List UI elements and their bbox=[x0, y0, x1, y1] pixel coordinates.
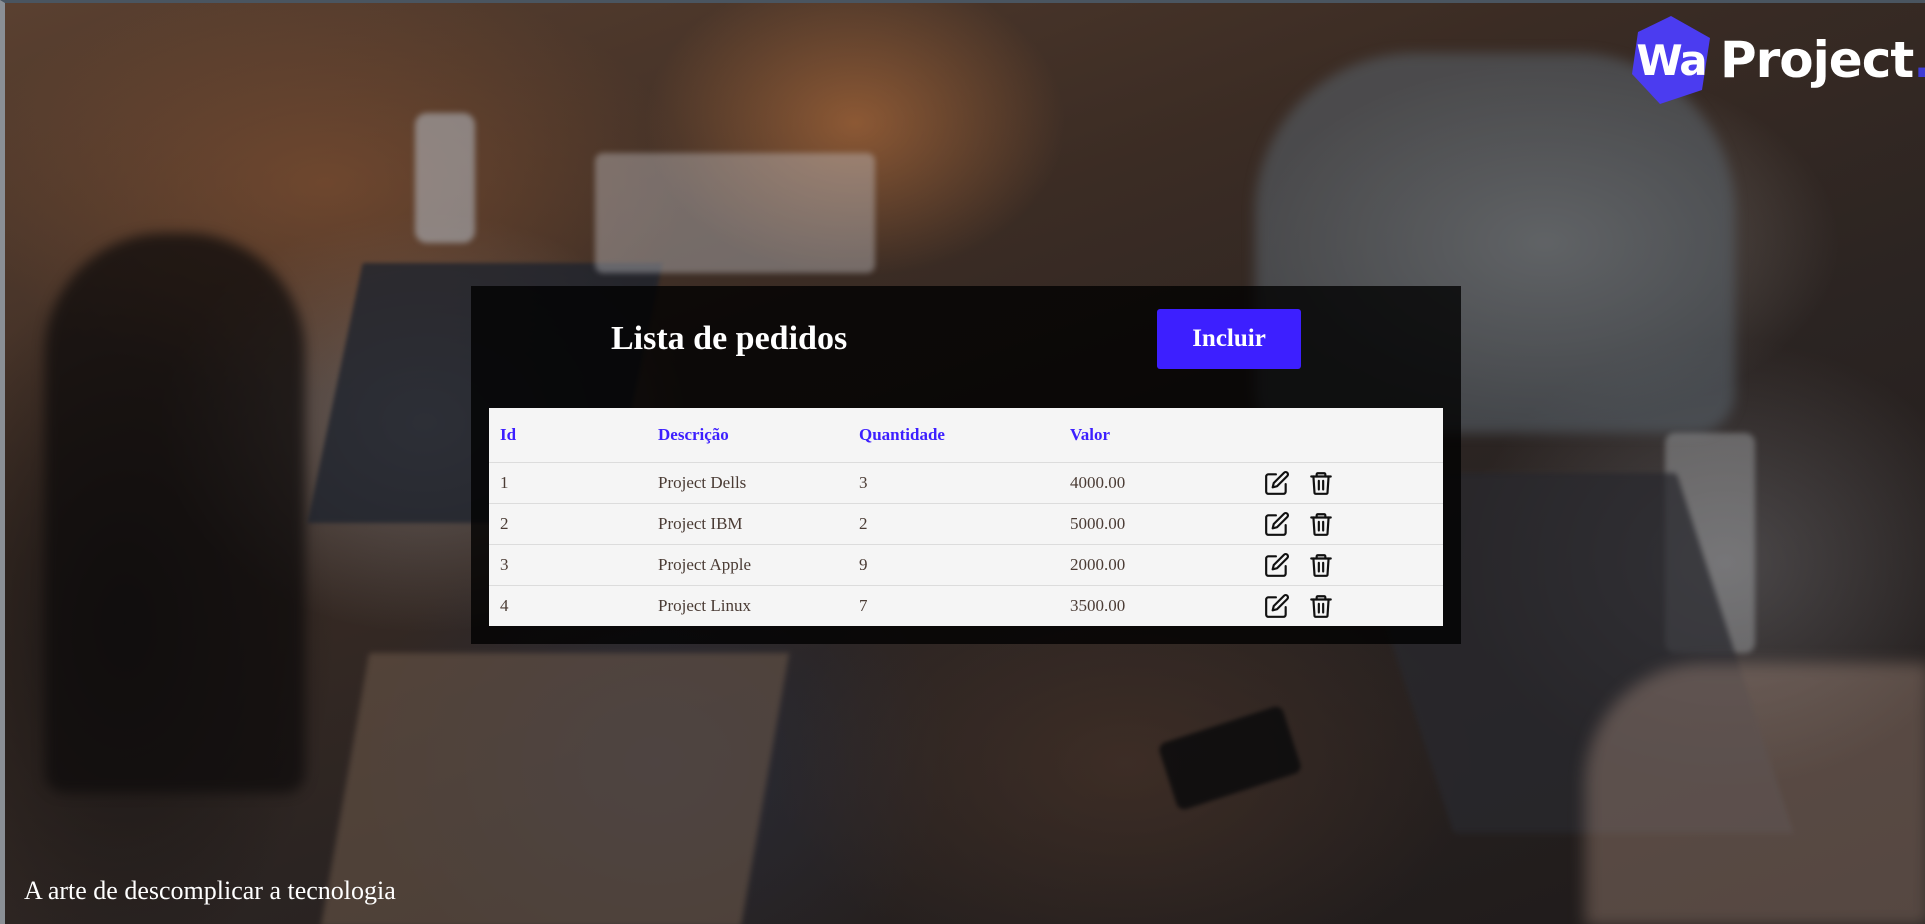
cell-valor: 2000.00 bbox=[1059, 544, 1253, 586]
cell-id: 1 bbox=[489, 462, 647, 504]
cell-actions bbox=[1253, 586, 1443, 627]
table-row: 1 Project Dells 3 4000.00 bbox=[489, 462, 1443, 504]
trash-icon[interactable] bbox=[1308, 470, 1334, 496]
logo-mark: Wa bbox=[1636, 35, 1707, 85]
table-row: 3 Project Apple 9 2000.00 bbox=[489, 544, 1443, 586]
row-actions bbox=[1264, 511, 1443, 537]
table-header-row: Id Descrição Quantidade Valor bbox=[489, 408, 1443, 463]
edit-icon[interactable] bbox=[1264, 552, 1290, 578]
cell-actions bbox=[1253, 544, 1443, 586]
edit-icon[interactable] bbox=[1264, 470, 1290, 496]
cell-descricao: Project Linux bbox=[658, 596, 752, 615]
cell-descricao: Project Dells bbox=[647, 462, 848, 504]
brand-logo[interactable]: Wa Project. bbox=[1630, 14, 1925, 106]
table-row: 2 Project IBM 2 5000.00 bbox=[489, 503, 1443, 545]
footer-tagline: A arte de descomplicar a tecnologia bbox=[24, 876, 396, 905]
header-actions bbox=[1253, 408, 1443, 463]
cell-descricao: Project Apple bbox=[647, 544, 848, 586]
add-order-button[interactable]: Incluir bbox=[1157, 309, 1301, 369]
cell-valor: 4000.00 bbox=[1059, 462, 1253, 504]
row-actions bbox=[1264, 593, 1443, 619]
edit-icon[interactable] bbox=[1264, 511, 1290, 537]
row-actions bbox=[1264, 470, 1443, 496]
header-quantidade: Quantidade bbox=[848, 408, 1059, 463]
cell-actions bbox=[1253, 462, 1443, 504]
row-actions bbox=[1264, 552, 1443, 578]
cell-quantidade: 7 bbox=[859, 596, 868, 615]
cell-descricao: Project IBM bbox=[647, 503, 848, 545]
header-descricao: Descrição bbox=[647, 408, 848, 463]
cell-id: 4 bbox=[500, 596, 509, 615]
trash-icon[interactable] bbox=[1308, 593, 1334, 619]
cell-quantidade: 2 bbox=[848, 503, 1059, 545]
trash-icon[interactable] bbox=[1308, 552, 1334, 578]
page-title: Lista de pedidos bbox=[611, 320, 848, 357]
orders-table: Id Descrição Quantidade Valor 1 Project D… bbox=[489, 408, 1443, 626]
trash-icon[interactable] bbox=[1308, 511, 1334, 537]
edit-icon[interactable] bbox=[1264, 593, 1290, 619]
cell-quantidade: 9 bbox=[848, 544, 1059, 586]
table-row: 4 Project Linux 7 3500.00 bbox=[489, 586, 1443, 627]
cell-valor: 5000.00 bbox=[1059, 503, 1253, 545]
orders-panel: Lista de pedidos Incluir Id Descrição Qu… bbox=[471, 286, 1461, 644]
cell-quantidade: 3 bbox=[848, 462, 1059, 504]
logo-hexagon-icon: Wa bbox=[1630, 14, 1712, 106]
cell-valor: 3500.00 bbox=[1070, 596, 1126, 615]
logo-dot: . bbox=[1913, 31, 1925, 89]
cell-id: 3 bbox=[489, 544, 647, 586]
header-id: Id bbox=[489, 408, 647, 463]
logo-word-text: Project bbox=[1720, 31, 1914, 89]
logo-wordmark: Project. bbox=[1720, 31, 1925, 89]
orders-table-container: Id Descrição Quantidade Valor 1 Project D… bbox=[489, 408, 1443, 626]
header-valor: Valor bbox=[1059, 408, 1253, 463]
cell-actions bbox=[1253, 503, 1443, 545]
cell-id: 2 bbox=[489, 503, 647, 545]
